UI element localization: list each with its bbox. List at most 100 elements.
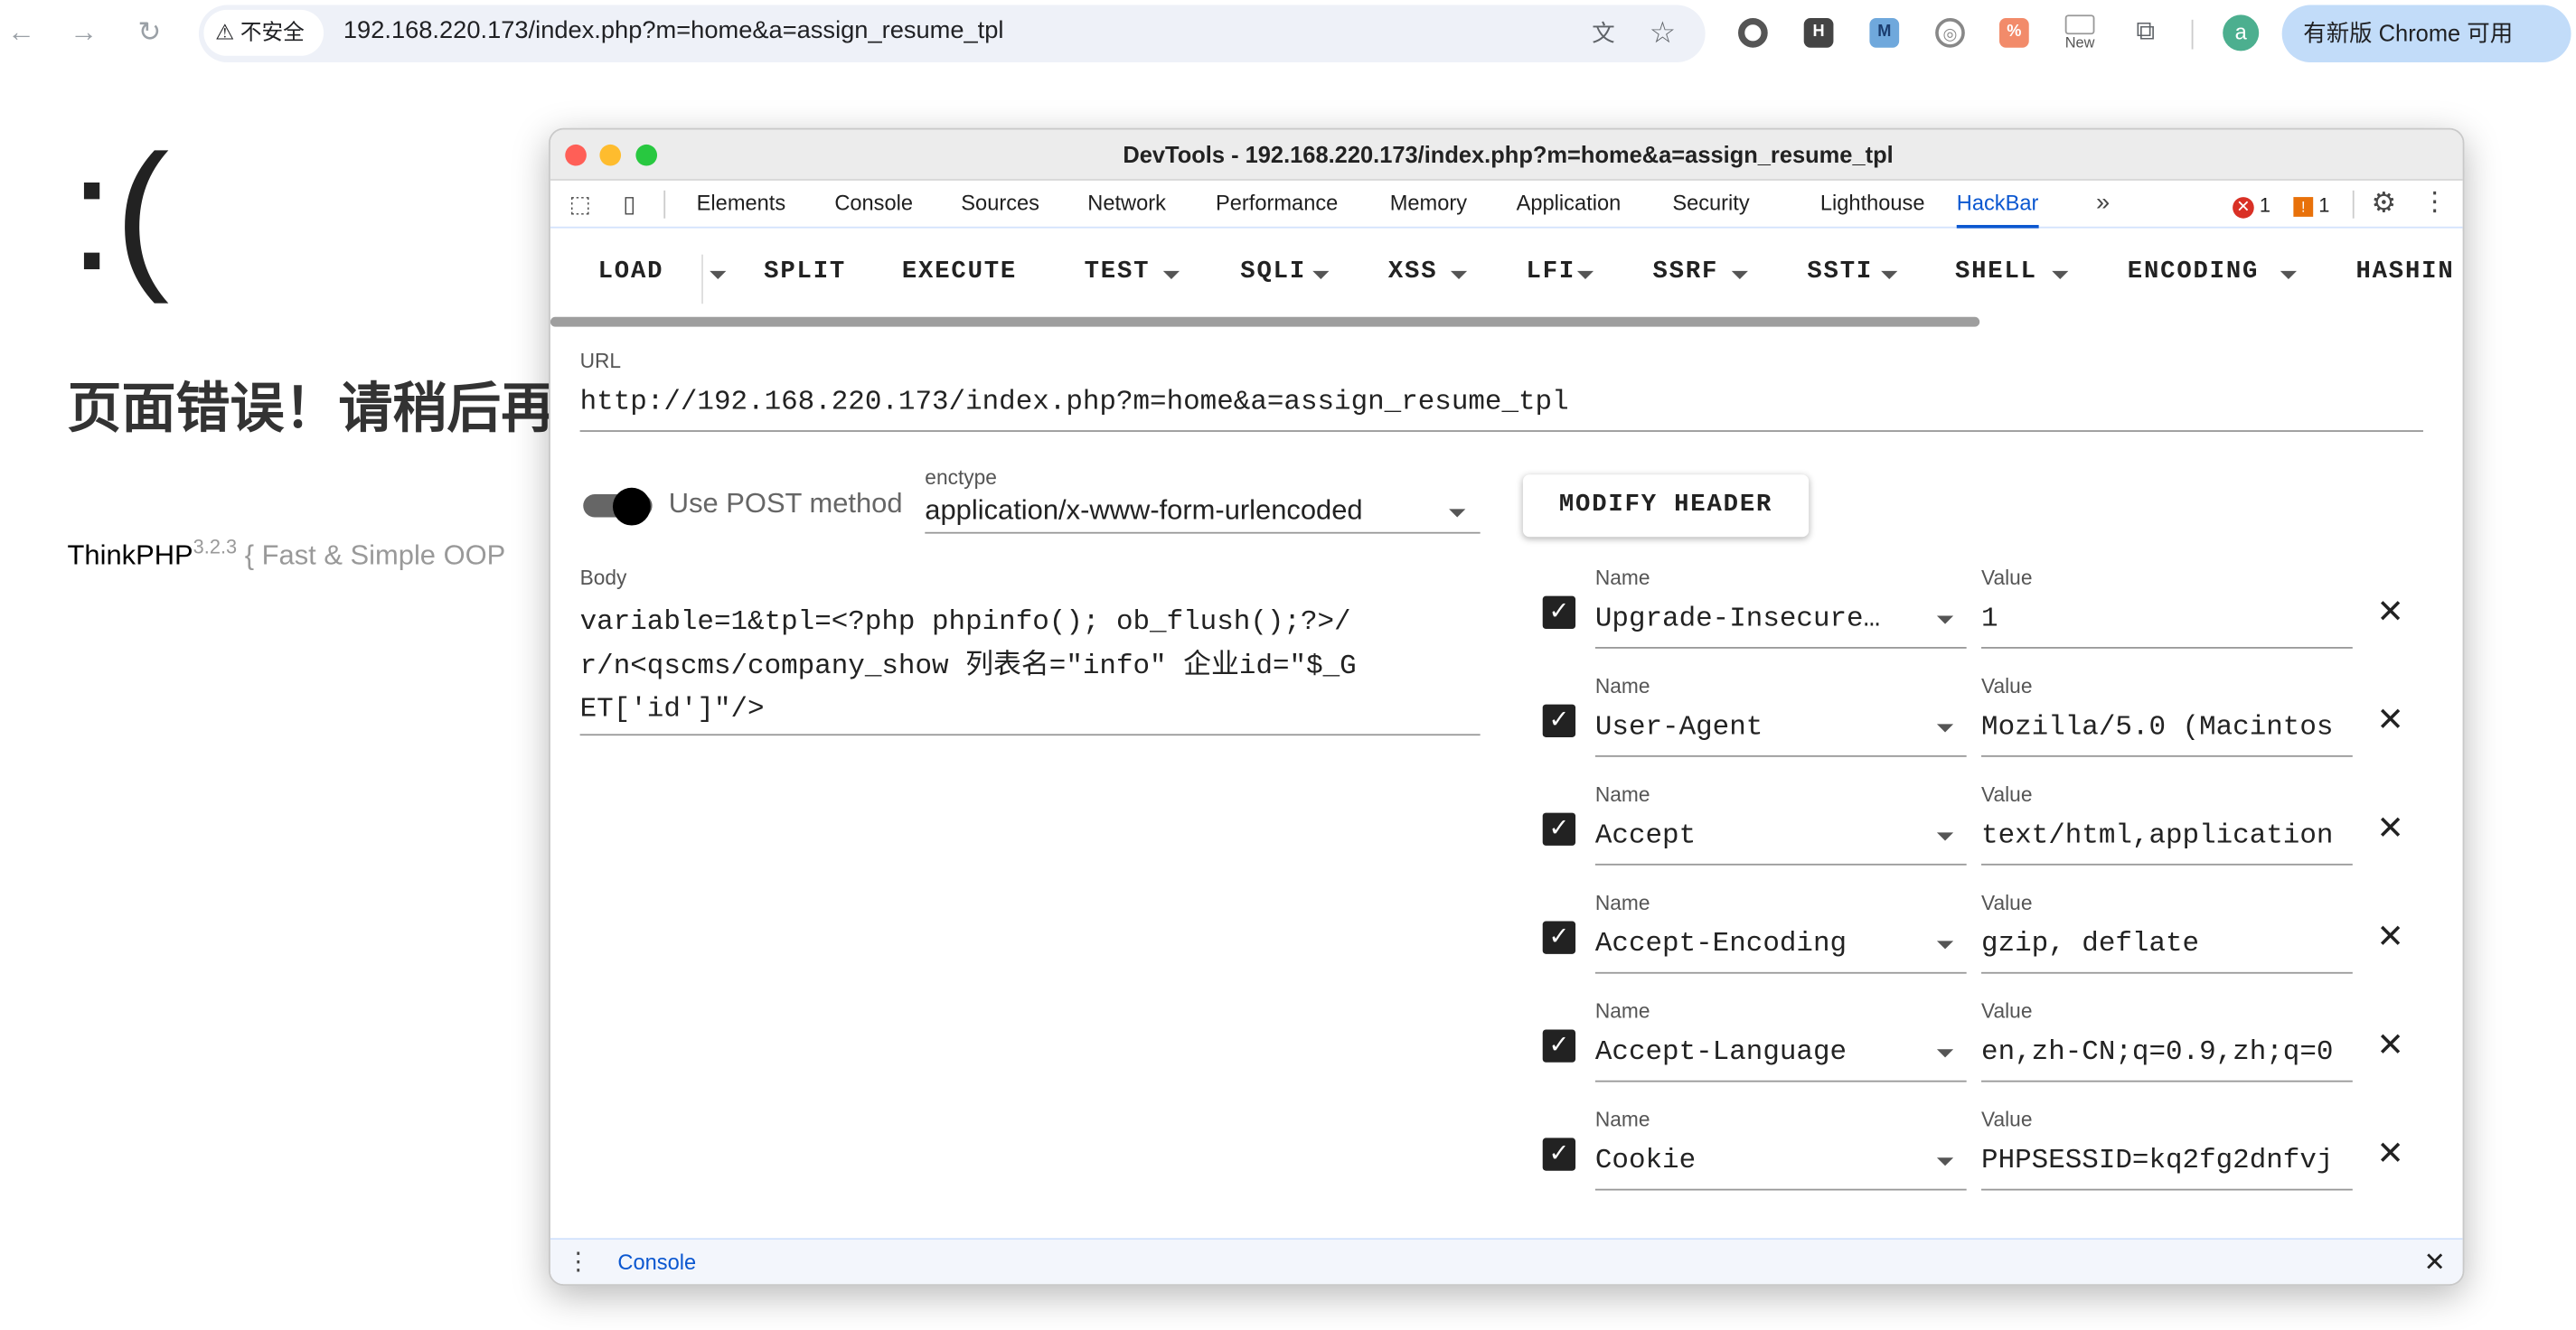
header-value-input[interactable]: text/html,application <box>1981 821 2353 853</box>
header-name-dropdown-icon[interactable] <box>1936 832 1954 841</box>
framework-link[interactable]: ThinkPHP <box>68 539 193 571</box>
drawer-tab-console[interactable]: Console <box>601 1240 713 1285</box>
tab-elements[interactable]: Elements <box>697 181 786 229</box>
header-name-select[interactable]: Cookie <box>1595 1146 1899 1177</box>
profile-avatar[interactable]: a <box>2223 14 2260 52</box>
inspect-element-icon[interactable]: ⬚ <box>565 189 595 219</box>
warning-flag-icon: ! <box>2293 197 2314 217</box>
modify-header-button[interactable]: MODIFY HEADER <box>1522 474 1810 538</box>
framework-version: 3.2.3 <box>193 535 238 558</box>
translate-icon[interactable]: 文 <box>1587 16 1620 49</box>
header-value-input[interactable]: PHPSESSID=kq2fg2dnfvj <box>1981 1146 2353 1177</box>
more-menu-icon[interactable]: ⋮ <box>2420 189 2449 219</box>
header-name-select[interactable]: Accept-Encoding <box>1595 930 1899 961</box>
bookmark-star-icon[interactable]: ☆ <box>1646 16 1678 49</box>
remove-header-icon[interactable]: ✕ <box>2374 705 2406 737</box>
enctype-select[interactable]: application/x-www-form-urlencoded <box>925 494 1362 527</box>
lfi-menu[interactable]: LFI <box>1527 253 1576 293</box>
hashing-menu[interactable]: HASHIN <box>2355 253 2454 293</box>
header-name-dropdown-icon[interactable] <box>1936 615 1954 624</box>
load-button[interactable]: LOAD <box>598 253 664 293</box>
remove-header-icon[interactable]: ✕ <box>2374 813 2406 846</box>
tab-network[interactable]: Network <box>1087 181 1166 229</box>
header-checkbox[interactable]: ✓ <box>1542 812 1576 846</box>
header-name-select[interactable]: User-Agent <box>1595 713 1899 745</box>
header-checkbox[interactable]: ✓ <box>1542 595 1576 630</box>
load-dropdown-icon[interactable] <box>710 270 727 279</box>
header-name-dropdown-icon[interactable] <box>1936 724 1954 733</box>
post-toggle-knob[interactable] <box>612 487 651 526</box>
header-checkbox[interactable]: ✓ <box>1542 1029 1576 1063</box>
sqli-dropdown-icon <box>1312 270 1330 279</box>
encoding-menu[interactable]: ENCODING <box>2128 253 2259 293</box>
ssrf-menu[interactable]: SSRF <box>1653 253 1719 293</box>
header-name-dropdown-icon[interactable] <box>1936 941 1954 950</box>
tab-console[interactable]: Console <box>834 181 913 229</box>
tab-security[interactable]: Security <box>1672 181 1749 229</box>
close-window-button[interactable] <box>565 144 587 166</box>
menu-scrollbar[interactable] <box>550 316 1980 327</box>
maximize-window-button[interactable] <box>635 144 658 166</box>
header-checkbox[interactable]: ✓ <box>1542 704 1576 737</box>
tab-lighthouse[interactable]: Lighthouse <box>1820 181 1925 229</box>
header-value-label: Value <box>1981 1108 2033 1132</box>
device-toolbar-icon[interactable]: ▯ <box>615 189 644 219</box>
enctype-dropdown-icon[interactable] <box>1449 509 1466 518</box>
error-badge[interactable]: ✕ 1 <box>2233 192 2270 219</box>
shell-menu[interactable]: SHELL <box>1955 253 2037 293</box>
execute-button[interactable]: EXECUTE <box>902 253 1017 293</box>
lfi-dropdown-icon <box>1576 270 1594 279</box>
header-checkbox[interactable]: ✓ <box>1542 1138 1576 1171</box>
header-name-dropdown-icon[interactable] <box>1936 1049 1954 1058</box>
test-menu[interactable]: TEST <box>1085 253 1151 293</box>
tab-hackbar[interactable]: HackBar <box>1956 181 2039 229</box>
address-text[interactable]: 192.168.220.173/index.php?m=home&a=assig… <box>343 16 1004 44</box>
more-tabs-icon[interactable]: » <box>2088 189 2118 219</box>
tab-performance[interactable]: Performance <box>1216 181 1338 229</box>
close-drawer-icon[interactable]: ✕ <box>2419 1248 2451 1280</box>
ssti-menu[interactable]: SSTI <box>1807 253 1873 293</box>
sqli-menu[interactable]: SQLI <box>1240 253 1306 293</box>
header-value-input[interactable]: en,zh-CN;q=0.9,zh;q=0 <box>1981 1038 2353 1070</box>
remove-header-icon[interactable]: ✕ <box>2374 922 2406 954</box>
header-name-label: Name <box>1594 1108 1650 1132</box>
error-heading: 页面错误！请稍后再 <box>67 377 556 439</box>
hackbar-extension-icon[interactable]: H <box>1803 17 1834 48</box>
settings-gear-icon[interactable]: ⚙ <box>2369 188 2399 219</box>
drawer-menu-icon[interactable]: ⋮ <box>563 1248 593 1278</box>
tab-memory[interactable]: Memory <box>1390 181 1467 229</box>
header-name-select[interactable]: Upgrade-Insecure… <box>1595 604 1899 636</box>
header-name-select[interactable]: Accept <box>1595 821 1899 853</box>
new-extension-icon[interactable]: New <box>2062 14 2098 54</box>
url-input[interactable]: http://192.168.220.173/index.php?m=home&… <box>580 388 1569 419</box>
header-value-input[interactable]: Mozilla/5.0 (Macintos <box>1981 713 2353 745</box>
warning-icon: ⚠ <box>215 19 235 45</box>
header-value-input[interactable]: 1 <box>1981 604 2353 636</box>
header-value-input[interactable]: gzip, deflate <box>1981 930 2353 961</box>
xss-menu[interactable]: XSS <box>1388 253 1438 293</box>
remove-header-icon[interactable]: ✕ <box>2374 1029 2406 1062</box>
m-extension-icon[interactable]: M <box>1869 17 1900 48</box>
reload-icon[interactable]: ↻ <box>133 16 165 49</box>
chain-extension-icon[interactable]: ◎ <box>1935 17 1965 48</box>
minimize-window-button[interactable] <box>599 144 622 166</box>
forward-icon[interactable]: → <box>68 16 100 49</box>
warning-badge[interactable]: ! 1 <box>2293 192 2329 219</box>
remove-header-icon[interactable]: ✕ <box>2374 1138 2406 1170</box>
back-icon[interactable]: ← <box>5 16 37 49</box>
record-extension-icon[interactable] <box>1738 17 1768 48</box>
translate-extension-icon[interactable]: % <box>1999 17 2029 48</box>
header-name-select[interactable]: Accept-Language <box>1595 1038 1899 1070</box>
body-textarea[interactable]: variable=1&tpl=<?php phpinfo(); ob_flush… <box>580 603 1368 733</box>
tab-application[interactable]: Application <box>1517 181 1622 229</box>
remove-header-icon[interactable]: ✕ <box>2374 596 2406 629</box>
update-chrome-button[interactable]: 有新版 Chrome 可用 <box>2281 5 2571 63</box>
header-checkbox[interactable]: ✓ <box>1542 921 1576 954</box>
header-name-label: Name <box>1594 566 1650 590</box>
devtools-title: DevTools - 192.168.220.173/index.php?m=h… <box>1123 141 1894 168</box>
extensions-puzzle-icon[interactable]: ⧉ <box>2129 16 2162 49</box>
tab-sources[interactable]: Sources <box>961 181 1039 229</box>
security-chip[interactable]: ⚠ 不安全 <box>203 9 324 56</box>
split-button[interactable]: SPLIT <box>764 253 846 293</box>
header-name-dropdown-icon[interactable] <box>1936 1157 1954 1166</box>
